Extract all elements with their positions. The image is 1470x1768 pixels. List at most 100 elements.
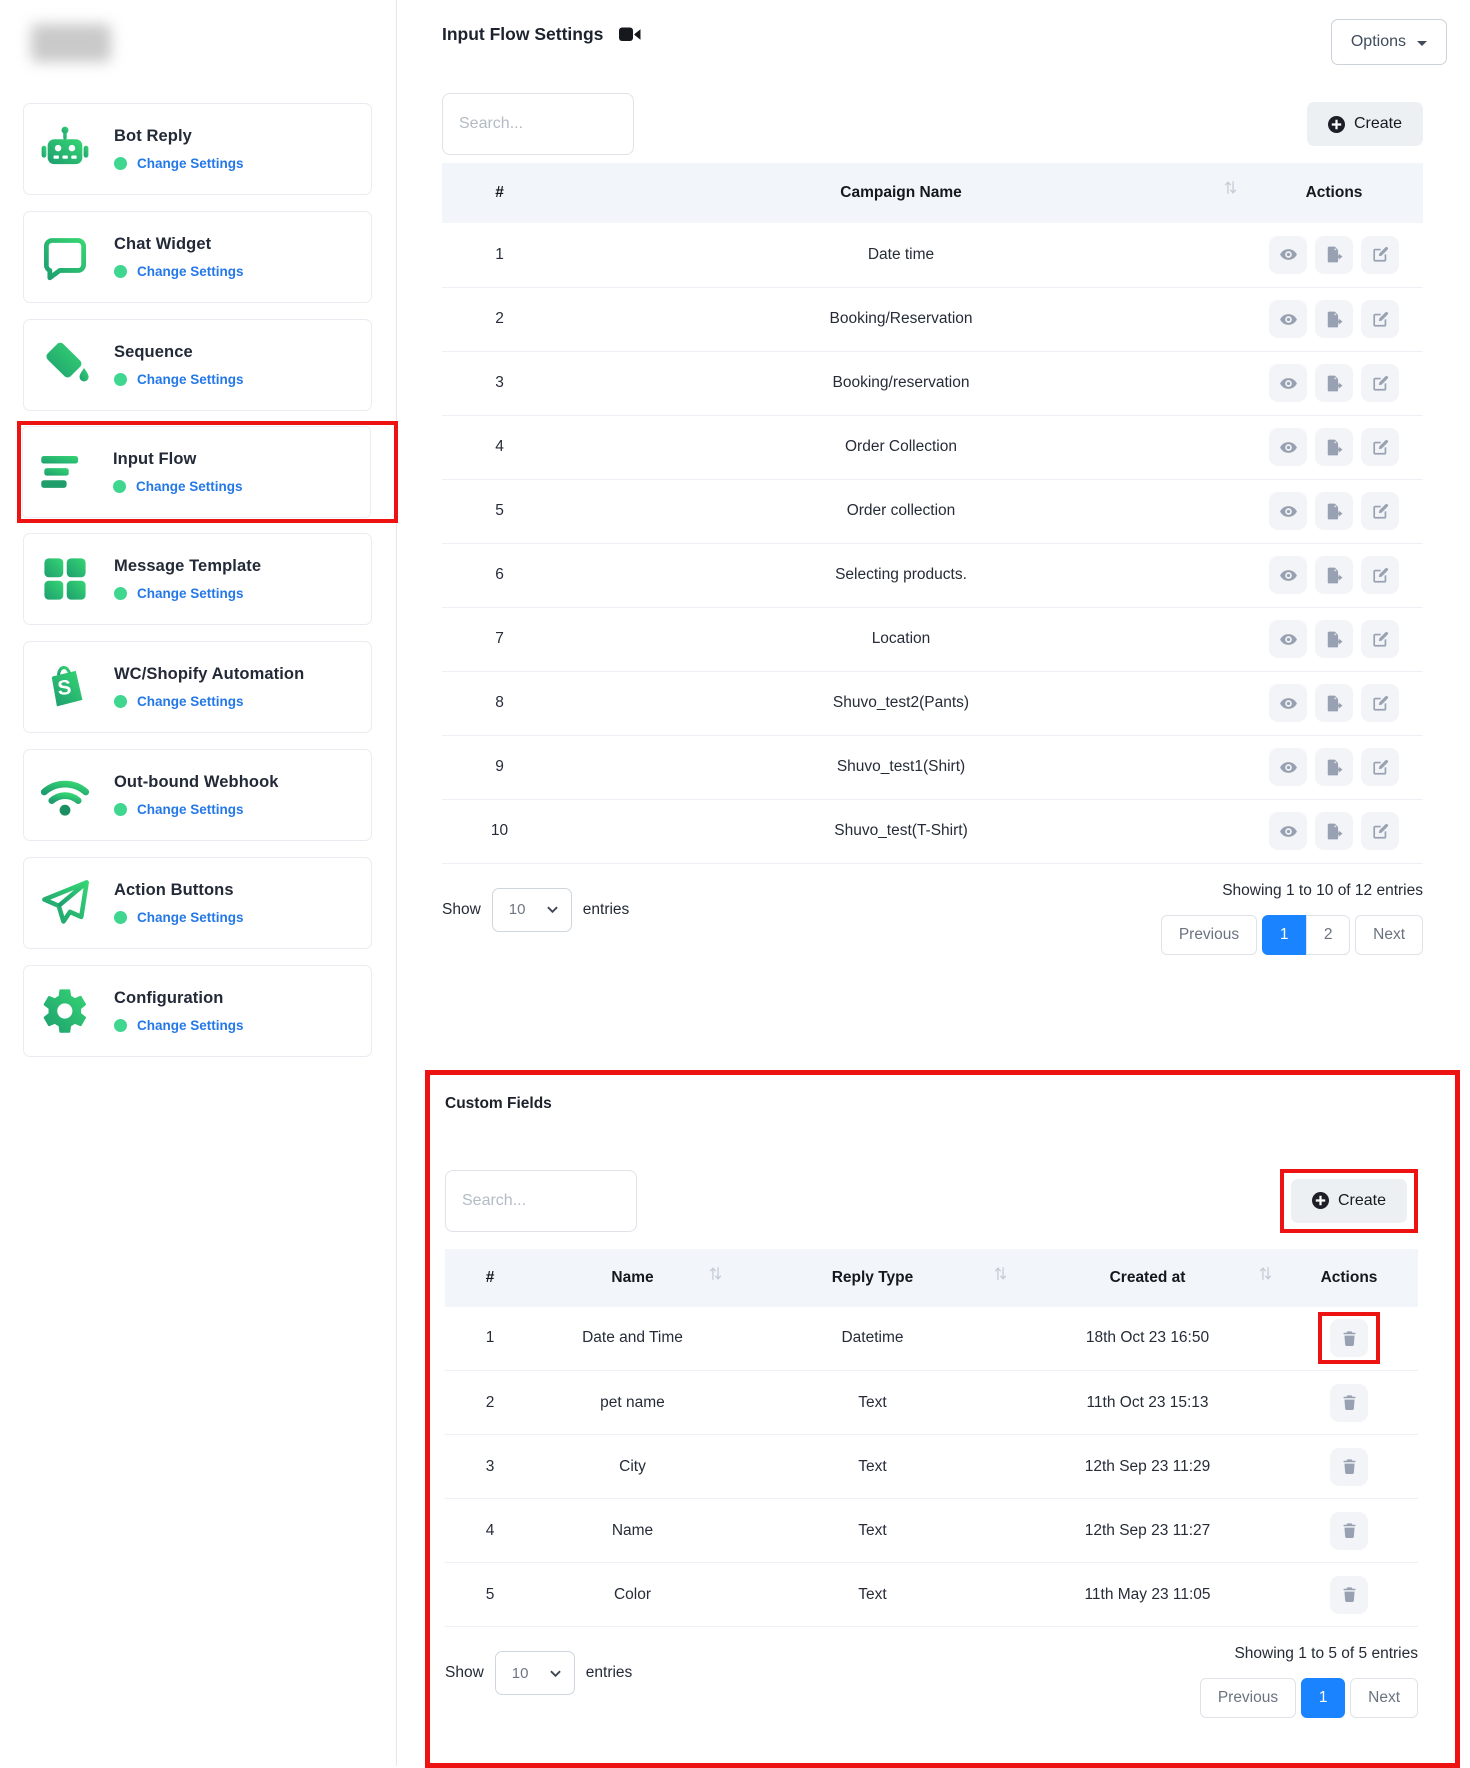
change-settings-link[interactable]: Change Settings: [137, 264, 244, 279]
col-header-campaign-name[interactable]: Campaign Name: [557, 163, 1245, 223]
next-page-button[interactable]: Next: [1355, 915, 1423, 955]
search-input[interactable]: [442, 93, 634, 155]
page-2-button[interactable]: 2: [1306, 915, 1350, 955]
export-button[interactable]: [1315, 620, 1353, 658]
row-actions: [1280, 1563, 1418, 1627]
view-button[interactable]: [1269, 620, 1307, 658]
status-dot: [113, 480, 126, 493]
export-button[interactable]: [1315, 428, 1353, 466]
delete-button[interactable]: [1330, 1448, 1368, 1486]
sidebar-item-sequence[interactable]: Sequence Change Settings: [23, 319, 372, 411]
sidebar-item-input-flow[interactable]: Input Flow Change Settings: [22, 426, 371, 518]
view-button[interactable]: [1269, 748, 1307, 786]
sidebar-item-label: Configuration: [114, 989, 244, 1008]
row-number: 8: [442, 671, 557, 735]
export-button[interactable]: [1315, 492, 1353, 530]
change-settings-link[interactable]: Change Settings: [137, 372, 244, 387]
table-row: 5Order collection: [442, 479, 1423, 543]
col-header-num[interactable]: #: [442, 163, 557, 223]
previous-page-button[interactable]: Previous: [1161, 915, 1257, 955]
edit-icon: [1371, 758, 1390, 777]
page-size-select[interactable]: 10: [495, 1651, 575, 1695]
sort-icon[interactable]: [1224, 180, 1237, 200]
change-settings-link[interactable]: Change Settings: [137, 1018, 244, 1033]
view-button[interactable]: [1269, 300, 1307, 338]
edit-button[interactable]: [1361, 620, 1399, 658]
edit-button[interactable]: [1361, 492, 1399, 530]
options-button[interactable]: Options: [1331, 19, 1447, 65]
edit-button[interactable]: [1361, 364, 1399, 402]
edit-button[interactable]: [1361, 300, 1399, 338]
status-dot: [114, 803, 127, 816]
row-actions: [1245, 287, 1423, 351]
custom-fields-create-button[interactable]: Create: [1291, 1179, 1407, 1223]
show-label: Show: [445, 1664, 484, 1682]
view-button[interactable]: [1269, 684, 1307, 722]
export-button[interactable]: [1315, 300, 1353, 338]
campaign-name-cell: Selecting products.: [557, 543, 1245, 607]
export-button[interactable]: [1315, 812, 1353, 850]
delete-button[interactable]: [1330, 1576, 1368, 1614]
field-name-cell: City: [535, 1435, 730, 1499]
status-dot: [114, 695, 127, 708]
sidebar-item-wc-shopify[interactable]: S WC/Shopify Automation Change Settings: [23, 641, 372, 733]
change-settings-link[interactable]: Change Settings: [137, 586, 244, 601]
delete-button[interactable]: [1330, 1319, 1368, 1357]
previous-page-button[interactable]: Previous: [1200, 1678, 1296, 1718]
col-header-reply-type[interactable]: Reply Type: [730, 1249, 1015, 1307]
view-button[interactable]: [1269, 364, 1307, 402]
sidebar-item-chat-widget[interactable]: Chat Widget Change Settings: [23, 211, 372, 303]
sort-icon[interactable]: [1259, 1266, 1272, 1286]
edit-button[interactable]: [1361, 812, 1399, 850]
create-button[interactable]: Create: [1307, 102, 1423, 146]
col-header-num[interactable]: #: [445, 1249, 535, 1307]
delete-button[interactable]: [1330, 1384, 1368, 1422]
edit-button[interactable]: [1361, 556, 1399, 594]
export-button[interactable]: [1315, 236, 1353, 274]
custom-fields-search-input[interactable]: [445, 1170, 637, 1232]
export-button[interactable]: [1315, 684, 1353, 722]
page-1-button[interactable]: 1: [1262, 915, 1306, 955]
custom-fields-title: Custom Fields: [445, 1095, 1418, 1113]
edit-button[interactable]: [1361, 748, 1399, 786]
paper-plane-icon: [38, 876, 92, 930]
view-button[interactable]: [1269, 492, 1307, 530]
change-settings-link[interactable]: Change Settings: [137, 156, 244, 171]
page-size-select[interactable]: 10: [492, 888, 572, 932]
col-header-created-at[interactable]: Created at: [1015, 1249, 1280, 1307]
file-export-icon: [1325, 502, 1344, 521]
view-button[interactable]: [1269, 812, 1307, 850]
view-button[interactable]: [1269, 556, 1307, 594]
change-settings-link[interactable]: Change Settings: [137, 694, 244, 709]
export-button[interactable]: [1315, 364, 1353, 402]
edit-button[interactable]: [1361, 428, 1399, 466]
sidebar-item-bot-reply[interactable]: Bot Reply Change Settings: [23, 103, 372, 195]
delete-button[interactable]: [1330, 1512, 1368, 1550]
file-export-icon: [1325, 694, 1344, 713]
edit-button[interactable]: [1361, 684, 1399, 722]
video-camera-icon[interactable]: [618, 25, 643, 44]
change-settings-link[interactable]: Change Settings: [137, 802, 244, 817]
edit-button[interactable]: [1361, 236, 1399, 274]
next-page-button[interactable]: Next: [1350, 1678, 1418, 1718]
export-button[interactable]: [1315, 556, 1353, 594]
view-button[interactable]: [1269, 236, 1307, 274]
sidebar-item-message-template[interactable]: Message Template Change Settings: [23, 533, 372, 625]
export-button[interactable]: [1315, 748, 1353, 786]
sidebar-item-action-buttons[interactable]: Action Buttons Change Settings: [23, 857, 372, 949]
eye-icon: [1279, 630, 1298, 649]
view-button[interactable]: [1269, 428, 1307, 466]
edit-icon: [1371, 245, 1390, 264]
sidebar-item-outbound-webhook[interactable]: Out-bound Webhook Change Settings: [23, 749, 372, 841]
edit-icon: [1371, 822, 1390, 841]
sort-icon[interactable]: [994, 1266, 1007, 1286]
page-1-button[interactable]: 1: [1301, 1678, 1345, 1718]
col-header-name[interactable]: Name: [535, 1249, 730, 1307]
sidebar-item-configuration[interactable]: Configuration Change Settings: [23, 965, 372, 1057]
change-settings-link[interactable]: Change Settings: [137, 910, 244, 925]
custom-fields-table: # Name Reply Type Created at Actions 1Da…: [445, 1249, 1418, 1628]
change-settings-link[interactable]: Change Settings: [136, 479, 243, 494]
sort-icon[interactable]: [709, 1266, 722, 1286]
row-actions: [1245, 223, 1423, 287]
page-title: Input Flow Settings: [442, 24, 603, 45]
